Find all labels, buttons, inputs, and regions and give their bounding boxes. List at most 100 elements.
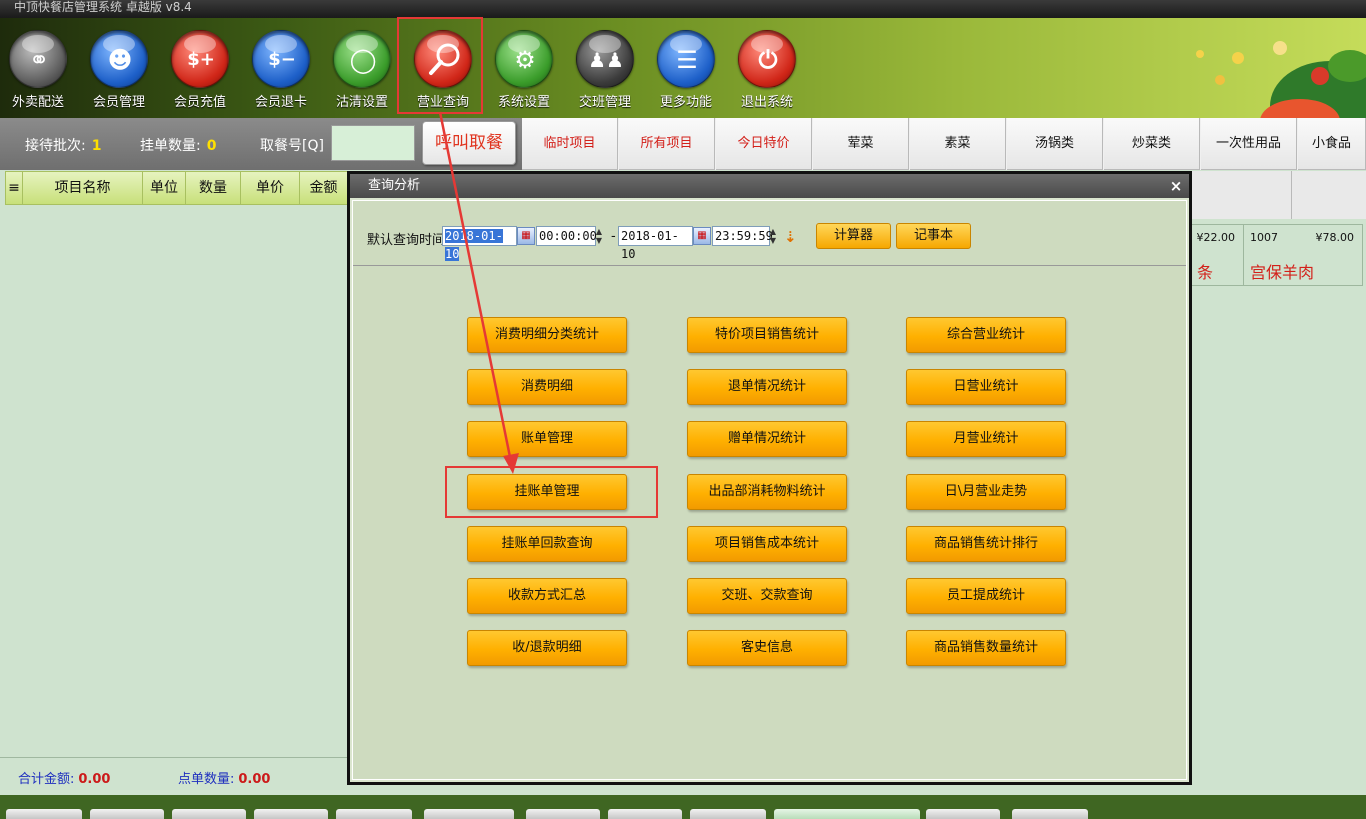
function-button[interactable] bbox=[926, 809, 1000, 819]
function-button[interactable] bbox=[1012, 809, 1088, 819]
window-title: 中顶快餐店管理系统 卓越版 v8.4 bbox=[0, 0, 1366, 18]
waiting-batch: 接待批次: 1 bbox=[25, 138, 102, 154]
function-button[interactable] bbox=[336, 809, 412, 819]
refund-order-stats-button[interactable]: 退单情况统计 bbox=[687, 369, 847, 405]
consumption-detail-button[interactable]: 消费明细 bbox=[467, 369, 627, 405]
query-time-bar: 默认查询时间 2018-01-10 ▦ 00:00:00 ▲ ▼ - 2018-0… bbox=[353, 201, 1186, 266]
member-recharge-button[interactable]: $+ 会员充值 bbox=[165, 30, 235, 110]
ticket-number-input[interactable] bbox=[331, 125, 415, 161]
tab-meat-dishes[interactable]: 荤菜 bbox=[813, 118, 909, 170]
start-date-field[interactable]: 2018-01-10 bbox=[442, 226, 517, 261]
ticket-label: 取餐号[Q] bbox=[260, 138, 324, 154]
tool-label: 系统设置 bbox=[497, 95, 550, 110]
member-management-button[interactable]: ☻ 会员管理 bbox=[84, 30, 154, 110]
bill-management-button[interactable]: 账单管理 bbox=[467, 421, 627, 457]
tool-label: 沽清设置 bbox=[335, 95, 388, 110]
card-plus-icon: $+ bbox=[171, 30, 229, 88]
order-count: 点单数量: 0.00 bbox=[178, 772, 271, 787]
shift-payment-query-button[interactable]: 交班、交款查询 bbox=[687, 578, 847, 614]
credit-bill-management-button[interactable]: 挂账单管理 bbox=[467, 474, 627, 510]
close-icon[interactable]: × bbox=[1167, 174, 1185, 198]
kitchen-material-stats-button[interactable]: 出品部消耗物料统计 bbox=[687, 474, 847, 510]
order-grid-body[interactable] bbox=[5, 205, 348, 757]
calendar-icon[interactable]: ▦ bbox=[517, 227, 535, 245]
daily-business-stats-button[interactable]: 日营业统计 bbox=[906, 369, 1066, 405]
call-pickup-button[interactable]: 呼叫取餐 bbox=[422, 121, 516, 165]
tab-temporary-items[interactable]: 临时项目 bbox=[522, 118, 618, 170]
monthly-business-stats-button[interactable]: 月营业统计 bbox=[906, 421, 1066, 457]
credit-repayment-query-button[interactable]: 挂账单回款查询 bbox=[467, 526, 627, 562]
tab-hotpot[interactable]: 汤锅类 bbox=[1007, 118, 1103, 170]
product-sales-quantity-stats-button[interactable]: 商品销售数量统计 bbox=[906, 630, 1066, 666]
col-quantity[interactable]: 数量 bbox=[186, 172, 241, 204]
calculator-button[interactable]: 计算器 bbox=[816, 223, 891, 249]
spinner-icon[interactable]: ▲ ▼ bbox=[768, 227, 778, 245]
item-price: ¥22.00 bbox=[1196, 231, 1236, 244]
consumption-category-stats-button[interactable]: 消费明细分类统计 bbox=[467, 317, 627, 353]
end-date-field[interactable]: 2018-01-10 bbox=[618, 226, 693, 261]
item-sales-cost-stats-button[interactable]: 项目销售成本统计 bbox=[687, 526, 847, 562]
tab-today-special[interactable]: 今日特价 bbox=[716, 118, 812, 170]
product-sales-ranking-button[interactable]: 商品销售统计排行 bbox=[906, 526, 1066, 562]
tool-label: 会员退卡 bbox=[254, 95, 307, 110]
gift-order-stats-button[interactable]: 赠单情况统计 bbox=[687, 421, 847, 457]
card-minus-icon: $− bbox=[252, 30, 310, 88]
delivery-button[interactable]: ⚭ 外卖配送 bbox=[3, 30, 73, 110]
category-subtabs bbox=[1190, 171, 1366, 219]
function-button[interactable] bbox=[690, 809, 766, 819]
spinner-icon[interactable]: ▲ ▼ bbox=[594, 227, 604, 245]
tab-disposables[interactable]: 一次性用品 bbox=[1201, 118, 1297, 170]
menu-item[interactable]: ¥22.00 条 bbox=[1190, 224, 1244, 286]
daily-monthly-trend-button[interactable]: 日\月营业走势 bbox=[906, 474, 1066, 510]
payment-refund-detail-button[interactable]: 收/退款明细 bbox=[467, 630, 627, 666]
col-amount[interactable]: 金额 bbox=[300, 172, 347, 204]
function-button[interactable] bbox=[526, 809, 600, 819]
system-settings-button[interactable]: ⚙ 系统设置 bbox=[489, 30, 559, 110]
function-button[interactable] bbox=[6, 809, 82, 819]
sold-out-settings-button[interactable]: ◯ 沽清设置 bbox=[327, 30, 397, 110]
order-grid-header: ≡ 项目名称 单位 数量 单价 金额 bbox=[5, 171, 348, 205]
function-button[interactable] bbox=[254, 809, 328, 819]
function-button[interactable] bbox=[424, 809, 514, 819]
special-item-sales-stats-button[interactable]: 特价项目销售统计 bbox=[687, 317, 847, 353]
menu-item[interactable]: 1007 ¥78.00 宫保羊肉 bbox=[1243, 224, 1363, 286]
list-icon[interactable]: ≡ bbox=[6, 172, 23, 204]
tool-label: 更多功能 bbox=[659, 95, 712, 110]
calendar-icon[interactable]: ▦ bbox=[693, 227, 711, 245]
overall-business-stats-button[interactable]: 综合营业统计 bbox=[906, 317, 1066, 353]
tab-all-items[interactable]: 所有项目 bbox=[619, 118, 715, 170]
user-icon: ☻ bbox=[90, 30, 148, 88]
people-icon: ♟♟ bbox=[576, 30, 634, 88]
divider bbox=[1291, 171, 1292, 219]
tab-snacks[interactable]: 小食品 bbox=[1298, 118, 1366, 170]
notepad-button[interactable]: 记事本 bbox=[896, 223, 971, 249]
list-icon: ☰ bbox=[657, 30, 715, 88]
tab-stir-fry[interactable]: 炒菜类 bbox=[1104, 118, 1200, 170]
customer-history-button[interactable]: 客史信息 bbox=[687, 630, 847, 666]
dialog-titlebar: 查询分析 × bbox=[350, 174, 1189, 198]
end-time-field[interactable]: 23:59:59 bbox=[712, 226, 773, 246]
power-icon: ⏻ bbox=[738, 30, 796, 88]
function-button[interactable] bbox=[90, 809, 164, 819]
col-unit[interactable]: 单位 bbox=[143, 172, 186, 204]
arrow-down-icon[interactable]: ⇣ bbox=[784, 228, 797, 246]
dialog-title: 查询分析 bbox=[368, 178, 421, 193]
function-button[interactable] bbox=[172, 809, 246, 819]
scooter-icon: ⚭ bbox=[9, 30, 67, 88]
function-button[interactable] bbox=[774, 809, 920, 819]
exit-system-button[interactable]: ⏻ 退出系统 bbox=[732, 30, 802, 110]
col-price[interactable]: 单价 bbox=[241, 172, 300, 204]
col-item-name[interactable]: 项目名称 bbox=[23, 172, 143, 204]
plate-icon: ◯ bbox=[333, 30, 391, 88]
range-separator: - bbox=[611, 229, 616, 244]
more-functions-button[interactable]: ☰ 更多功能 bbox=[651, 30, 721, 110]
tab-vegetable-dishes[interactable]: 素菜 bbox=[910, 118, 1006, 170]
start-time-field[interactable]: 00:00:00 bbox=[536, 226, 597, 246]
function-button[interactable] bbox=[608, 809, 682, 819]
staff-commission-stats-button[interactable]: 员工提成统计 bbox=[906, 578, 1066, 614]
business-query-button[interactable]: 营业查询 bbox=[408, 30, 478, 110]
shift-handover-button[interactable]: ♟♟ 交班管理 bbox=[570, 30, 640, 110]
payment-method-summary-button[interactable]: 收款方式汇总 bbox=[467, 578, 627, 614]
member-refund-button[interactable]: $− 会员退卡 bbox=[246, 30, 316, 110]
tool-label: 会员管理 bbox=[92, 95, 145, 110]
